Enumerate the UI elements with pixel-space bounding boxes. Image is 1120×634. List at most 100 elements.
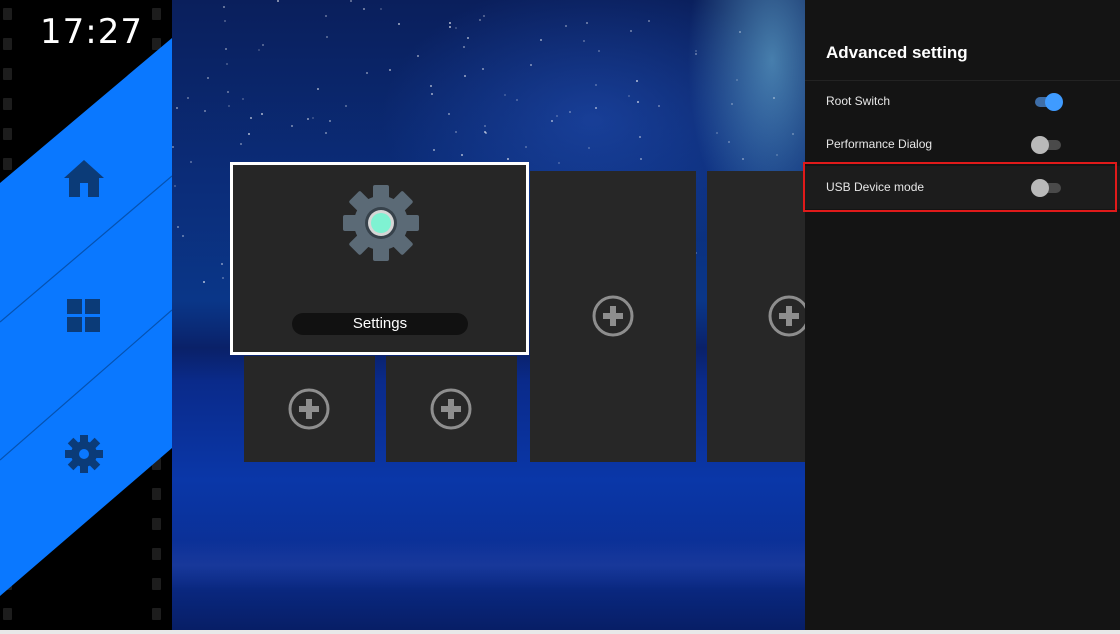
star	[569, 111, 571, 113]
star	[203, 281, 205, 283]
star	[776, 154, 778, 156]
root-switch-toggle[interactable]	[1031, 93, 1063, 111]
star	[583, 40, 585, 42]
star	[366, 72, 368, 74]
add-icon	[430, 388, 472, 430]
star	[317, 88, 319, 90]
star	[449, 22, 451, 24]
star	[467, 37, 469, 39]
gear-icon[interactable]	[62, 432, 106, 476]
star	[742, 158, 744, 160]
windows-grid-icon[interactable]	[62, 294, 106, 338]
star	[630, 30, 632, 32]
add-icon	[768, 295, 805, 337]
star	[174, 185, 176, 187]
star	[507, 158, 509, 160]
star	[176, 107, 178, 109]
star	[261, 113, 263, 115]
star	[525, 146, 527, 148]
star	[291, 125, 293, 127]
star	[728, 141, 730, 143]
star	[479, 19, 481, 21]
performance-dialog-row[interactable]: Performance Dialog	[805, 123, 1120, 166]
panel-title: Advanced setting	[826, 43, 968, 62]
star	[226, 63, 228, 65]
star	[430, 85, 432, 87]
star	[389, 69, 391, 71]
star	[484, 125, 486, 127]
star	[483, 15, 485, 17]
star	[586, 22, 588, 24]
star	[773, 97, 775, 99]
clock-time: 17:27	[40, 12, 143, 52]
app-tile-empty[interactable]	[707, 171, 805, 462]
performance-dialog-toggle[interactable]	[1031, 136, 1063, 154]
tv-launcher-screen: 17:27 Settings Advanced setting Root Swi…	[0, 0, 1120, 634]
star	[595, 107, 597, 109]
app-tile-empty[interactable]	[386, 356, 517, 462]
star	[182, 235, 184, 237]
star	[227, 91, 229, 93]
star	[558, 162, 560, 164]
star	[658, 105, 660, 107]
star	[482, 68, 484, 70]
star	[431, 93, 433, 95]
app-tile-empty[interactable]	[530, 171, 696, 462]
star	[222, 277, 224, 279]
star	[190, 161, 192, 163]
star	[312, 117, 314, 119]
star	[326, 36, 328, 38]
star	[455, 27, 457, 29]
star	[731, 103, 733, 105]
add-icon	[288, 388, 330, 430]
star	[350, 0, 352, 2]
star	[695, 50, 697, 52]
star	[207, 77, 209, 79]
star	[204, 110, 206, 112]
star	[417, 55, 419, 57]
selection-highlight	[803, 162, 1117, 212]
star	[540, 39, 542, 41]
star	[461, 154, 463, 156]
settings-app-tile[interactable]: Settings	[230, 162, 529, 355]
star	[172, 146, 174, 148]
star	[640, 158, 642, 160]
star	[598, 50, 600, 52]
advanced-setting-panel: Advanced setting Root Switch Performance…	[805, 0, 1120, 630]
star	[277, 0, 279, 2]
row-label: Root Switch	[826, 94, 891, 108]
settings-app-label: Settings	[292, 313, 468, 335]
star	[595, 84, 597, 86]
star	[504, 94, 506, 96]
star	[240, 143, 242, 145]
star	[455, 131, 457, 133]
star	[325, 132, 327, 134]
star	[307, 118, 309, 120]
star	[792, 133, 794, 135]
add-icon	[592, 295, 634, 337]
star	[648, 20, 650, 22]
star	[448, 113, 450, 115]
star	[325, 15, 327, 17]
star	[464, 75, 466, 77]
star	[223, 6, 225, 8]
star	[716, 132, 718, 134]
root-switch-row[interactable]: Root Switch	[805, 80, 1120, 123]
star	[628, 95, 630, 97]
star	[551, 120, 553, 122]
star	[530, 64, 532, 66]
star	[329, 120, 331, 122]
home-icon[interactable]	[62, 157, 106, 201]
bottom-edge	[0, 630, 1120, 634]
star	[398, 23, 400, 25]
star	[636, 80, 638, 82]
star	[225, 48, 227, 50]
star	[345, 105, 347, 107]
star	[516, 99, 518, 101]
star	[463, 46, 465, 48]
star	[449, 26, 451, 28]
star	[639, 136, 641, 138]
star	[363, 8, 365, 10]
app-tile-empty[interactable]	[244, 356, 375, 462]
star	[637, 101, 639, 103]
